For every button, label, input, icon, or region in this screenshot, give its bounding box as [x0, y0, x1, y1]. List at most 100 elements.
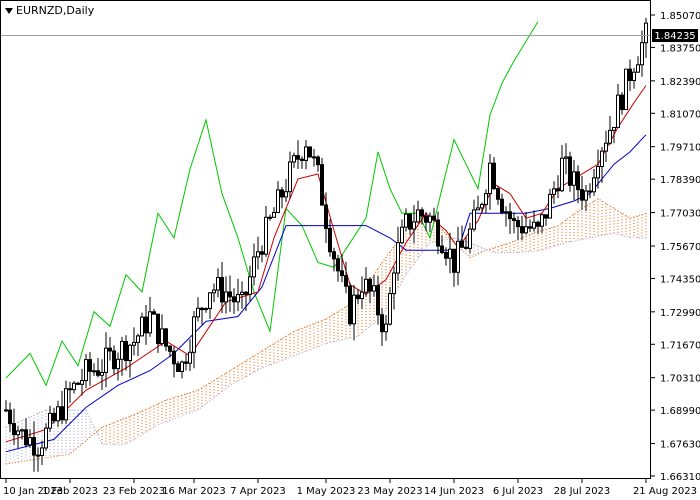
candle-body — [484, 193, 488, 205]
candle-body — [288, 161, 292, 193]
candle-body — [276, 189, 280, 213]
candle-body — [324, 204, 328, 229]
candle-body — [568, 156, 572, 186]
time-tick-label: 14 Jun 2023 — [424, 486, 484, 497]
candle-body — [248, 276, 252, 295]
candle-body — [488, 162, 492, 195]
candle-body — [24, 429, 28, 446]
time-tick-label: 16 Mar 2023 — [162, 486, 225, 497]
candle-body — [392, 272, 396, 295]
candle-body — [504, 211, 508, 214]
price-tick-label: 1.81070 — [660, 109, 700, 120]
price-tick-label: 1.70310 — [660, 374, 700, 385]
candle-body — [100, 371, 104, 376]
candle-body — [296, 155, 300, 160]
candle-body — [412, 221, 416, 230]
candle-body — [432, 215, 436, 221]
candle-body — [548, 193, 552, 219]
price-tick-label: 1.72990 — [660, 308, 700, 319]
candle-body — [124, 340, 128, 362]
candle-body — [236, 294, 240, 303]
candle-body — [184, 361, 188, 364]
time-tick-label: 6 Jul 2023 — [493, 486, 543, 497]
candle-body — [104, 347, 108, 373]
candle-body — [508, 211, 512, 220]
candle-body — [492, 162, 496, 190]
candle-body — [384, 323, 388, 333]
candle-body — [556, 188, 560, 192]
candle-body — [148, 311, 152, 334]
candle-body — [332, 251, 336, 260]
candle-body — [96, 370, 100, 376]
candle-body — [588, 190, 592, 193]
candle-body — [564, 156, 568, 159]
candle-body — [304, 146, 308, 161]
candle-body — [16, 430, 20, 436]
candle-body — [608, 129, 612, 144]
candle-body — [616, 94, 620, 128]
candle-body — [216, 277, 220, 291]
candle-body — [580, 189, 584, 201]
candle-body — [524, 226, 528, 234]
candle-body — [120, 340, 124, 360]
symbol-menu-icon[interactable] — [5, 8, 13, 14]
candle-body — [156, 313, 160, 345]
candle-body — [612, 126, 616, 131]
candle-body — [452, 248, 456, 273]
candle-body — [376, 285, 380, 316]
candle-body — [340, 270, 344, 277]
candle-body — [56, 406, 60, 422]
candle-body — [164, 328, 168, 347]
candle-body — [464, 246, 468, 249]
candlesticks — [4, 17, 648, 472]
time-tick-label: 1 May 2023 — [297, 486, 356, 497]
price-tick-label: 1.79710 — [660, 143, 700, 154]
price-tick-label: 1.77030 — [660, 209, 700, 220]
candle-body — [400, 226, 404, 244]
candle-body — [112, 350, 116, 370]
price-tick-label: 1.78390 — [660, 175, 700, 186]
candle-body — [260, 251, 264, 255]
candle-body — [196, 307, 200, 318]
candle-body — [28, 437, 32, 446]
candle-body — [84, 359, 88, 382]
candle-body — [512, 218, 516, 222]
time-tick-label: 28 Jul 2023 — [554, 486, 611, 497]
candle-body — [468, 228, 472, 249]
candle-body — [212, 289, 216, 294]
candle-body — [176, 363, 180, 372]
price-tick-label: 1.71670 — [660, 340, 700, 351]
price-axis: 1.85070 1.83750 1.82390 1.81070 1.79710 1.783… — [651, 11, 700, 483]
candle-body — [500, 198, 504, 213]
time-axis: 10 Jan 20231 Feb 2023 23 Feb 202316 Mar 2… — [3, 479, 697, 497]
candle-body — [592, 177, 596, 193]
candle-body — [64, 388, 68, 421]
candle-body — [232, 296, 236, 303]
price-tick-label: 1.75670 — [660, 242, 700, 253]
candle-body — [440, 245, 444, 254]
candle-body — [224, 291, 228, 303]
candle-body — [348, 285, 352, 325]
candle-body — [576, 171, 580, 191]
price-tick-label: 1.82390 — [660, 77, 700, 88]
candle-body — [192, 316, 196, 353]
ichimoku-chart[interactable]: 1.85070 1.83750 1.82390 1.81070 1.79710 1.783… — [0, 0, 700, 500]
candle-body — [264, 216, 268, 255]
candle-body — [88, 359, 92, 372]
chikou-span-line — [5, 21, 539, 387]
candle-body — [420, 209, 424, 217]
candle-body — [532, 221, 536, 229]
candle-body — [336, 258, 340, 272]
candle-body — [300, 158, 304, 161]
candle-body — [456, 240, 460, 273]
candle-body — [460, 240, 464, 248]
candle-body — [40, 447, 44, 456]
candle-body — [584, 190, 588, 201]
candle-body — [536, 221, 540, 227]
candle-body — [168, 345, 172, 352]
candle-body — [428, 215, 432, 223]
candle-body — [472, 209, 476, 230]
candle-body — [424, 215, 428, 223]
candle-body — [560, 157, 564, 192]
candle-body — [172, 350, 176, 365]
